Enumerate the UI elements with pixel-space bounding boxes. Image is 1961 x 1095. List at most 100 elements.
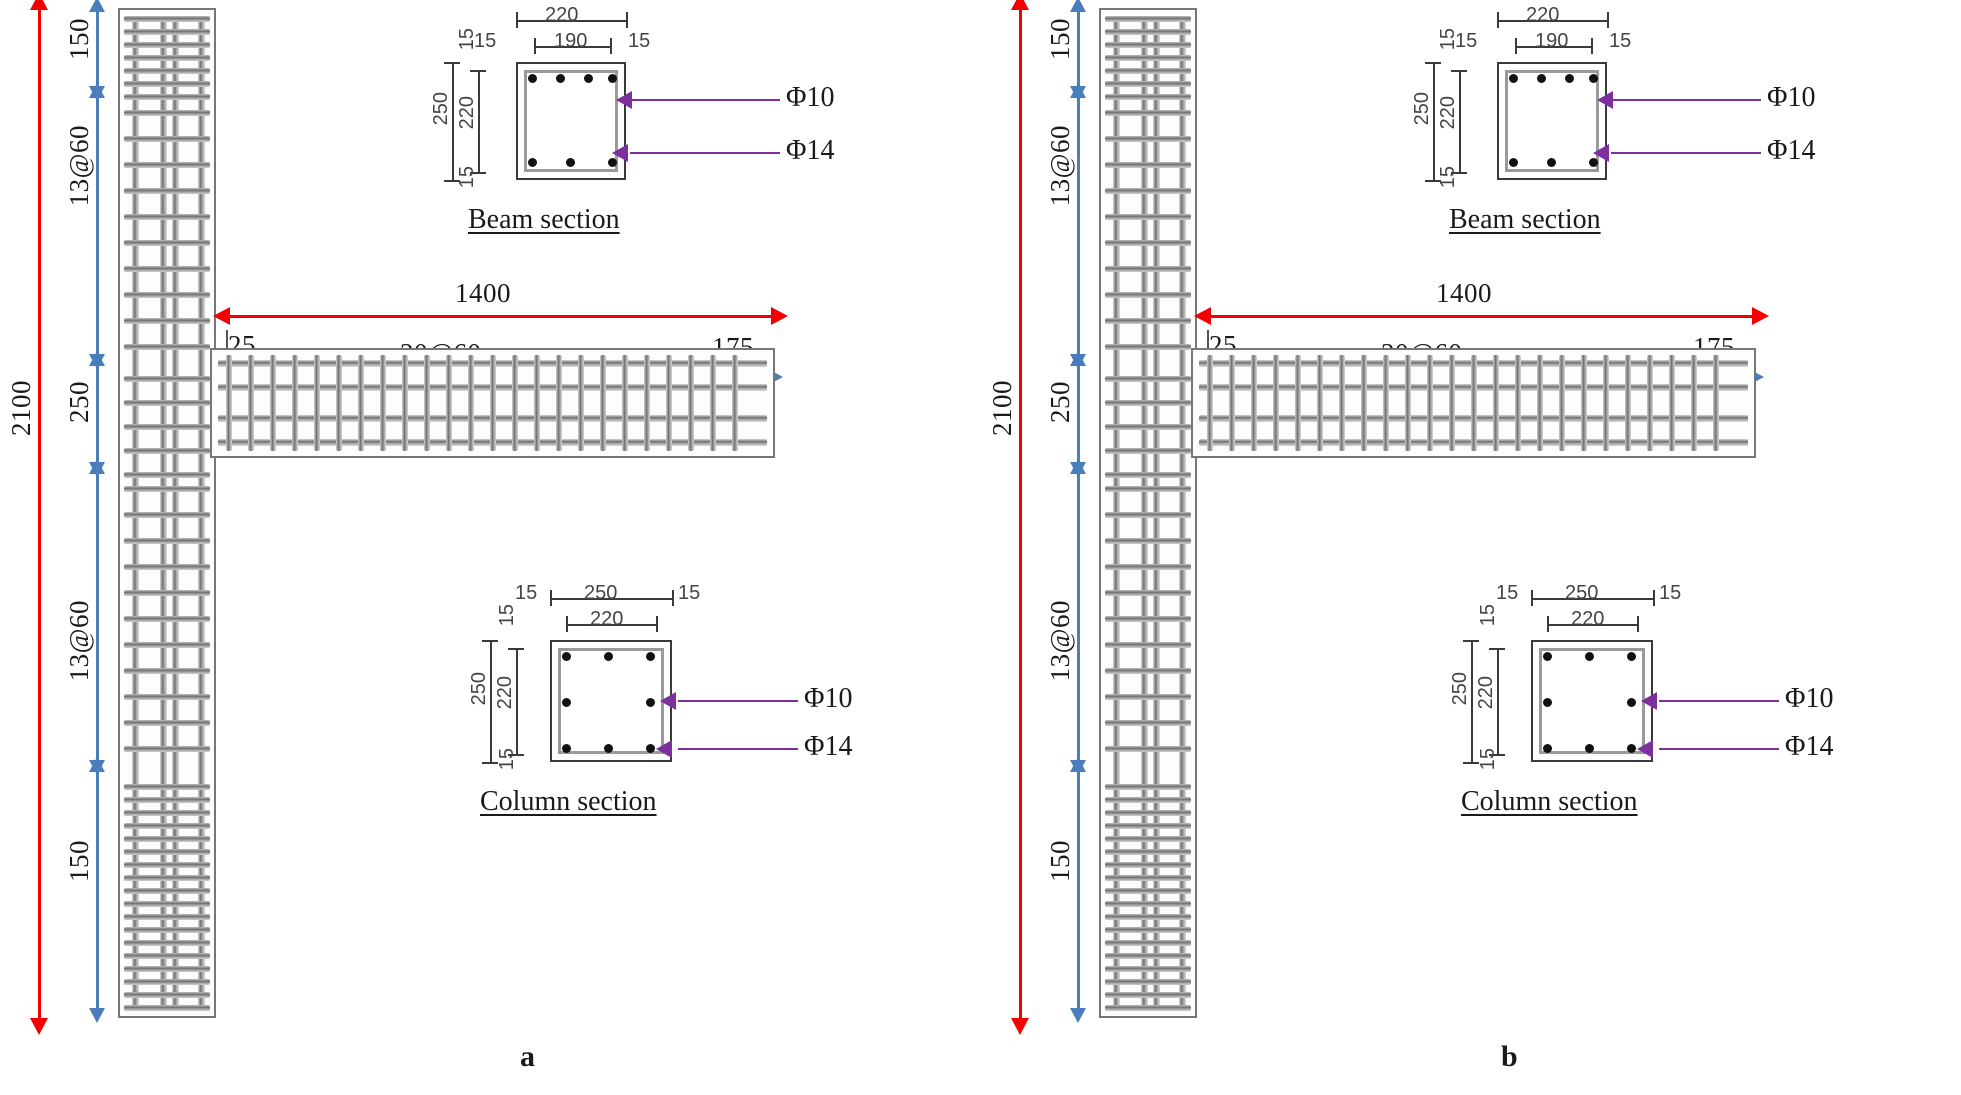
beam-sec-height-inner-b: 220 (1437, 96, 1459, 130)
column-seg-label-b-4: 150 (1045, 840, 1075, 882)
col-sec-height-outer-a: 250 (468, 672, 490, 706)
stirrup (124, 472, 210, 478)
stirrup (1105, 424, 1191, 430)
stirrup (124, 888, 210, 894)
stirrup (1105, 55, 1191, 61)
col-sec-cover-top-b: 15 (1477, 604, 1499, 627)
stirrup (1317, 355, 1323, 451)
phi14-callout-arrow-b (1593, 144, 1609, 162)
beam-sec-cover-right-b: 15 (1609, 30, 1632, 52)
stirrup (490, 355, 496, 451)
beam-sec-height-outer-b: 250 (1411, 92, 1433, 126)
stirrup (124, 784, 210, 790)
stirrup (124, 448, 210, 454)
stirrup (1273, 355, 1279, 451)
stirrup (1105, 486, 1191, 492)
beam-sec-cover-right-a: 15 (628, 30, 651, 52)
col-sec-cover-left-a: 15 (515, 582, 538, 604)
stirrup (124, 344, 210, 350)
stirrup (644, 355, 650, 451)
stirrup (710, 355, 716, 451)
col-phi10-callout-arrow-b (1641, 692, 1657, 710)
stirrup (1105, 668, 1191, 674)
stirrup (124, 110, 210, 116)
stirrup (1105, 42, 1191, 48)
specimen-panel-b: 2100 150 13@60 250 13@60 150 1400 25 175… (981, 0, 1961, 1095)
col-sec-width-outer-b: 250 (1565, 582, 1599, 604)
stirrup (124, 914, 210, 920)
specimen-panel-a: 2100 150 13@60 250 13@60 150 1400 25 175… (0, 0, 980, 1095)
beam-phi10-label-b: Φ10 (1767, 82, 1816, 113)
stirrup (1471, 355, 1477, 451)
stirrup (124, 810, 210, 816)
stirrup (124, 240, 210, 246)
stirrup (1105, 448, 1191, 454)
stirrup (1105, 240, 1191, 246)
stirrup (512, 355, 518, 451)
stirrup (1427, 355, 1433, 451)
panel-caption-b: b (1501, 1040, 1518, 1073)
stirrup (124, 590, 210, 596)
beam-sec-cover-bottom-a: 15 (456, 166, 478, 189)
phi14-callout-arrow-a (612, 144, 628, 162)
stirrup (1105, 616, 1191, 622)
stirrup (1105, 901, 1191, 907)
column-seg-label-b-1: 13@60 (1045, 125, 1075, 207)
stirrup (124, 746, 210, 752)
col-sec-cover-left-b: 15 (1496, 582, 1519, 604)
col-sec-width-inner-b: 220 (1571, 608, 1605, 630)
stirrup (1105, 940, 1191, 946)
column-total-label-b: 2100 (987, 380, 1017, 436)
stirrup (1105, 94, 1191, 100)
column-rebar-cage-b (1099, 8, 1197, 1018)
stirrup (124, 94, 210, 100)
stirrup (124, 694, 210, 700)
stirrup (270, 355, 276, 451)
col-sec-height-outer-b: 250 (1449, 672, 1471, 706)
col-sec-cover-bottom-a: 15 (496, 748, 518, 771)
stirrup (124, 486, 210, 492)
stirrup (124, 836, 210, 842)
stirrup (1105, 110, 1191, 116)
phi10-callout-arrow-b (1597, 91, 1613, 109)
stirrup (1105, 720, 1191, 726)
stirrup (124, 720, 210, 726)
stirrup (1105, 81, 1191, 87)
stirrup (124, 927, 210, 933)
stirrup (1229, 355, 1235, 451)
stirrup (124, 862, 210, 868)
stirrup (1105, 966, 1191, 972)
stirrup (1105, 344, 1191, 350)
stirrup (622, 355, 628, 451)
stirrup (124, 16, 210, 22)
beam-sec-cover-bottom-b: 15 (1437, 166, 1459, 189)
beam-phi14-label-a: Φ14 (786, 135, 835, 166)
stirrup (1105, 162, 1191, 168)
col-sec-height-inner-b: 220 (1475, 676, 1497, 710)
stirrup (1105, 376, 1191, 382)
stirrup (124, 875, 210, 881)
column-seg-label-a-4: 150 (64, 840, 94, 882)
column-seg-label-a-3: 13@60 (64, 600, 94, 682)
stirrup (1691, 355, 1697, 451)
beam-sec-width-outer-a: 220 (545, 4, 579, 26)
stirrup (1339, 355, 1345, 451)
stirrup (1581, 355, 1587, 451)
stirrup (1105, 318, 1191, 324)
stirrup (424, 355, 430, 451)
col-phi10-callout-arrow-a (660, 692, 676, 710)
stirrup (124, 55, 210, 61)
stirrup (1105, 29, 1191, 35)
stirrup (124, 1005, 210, 1011)
stirrup (1105, 68, 1191, 74)
col-sec-cover-right-b: 15 (1659, 582, 1682, 604)
stirrup (1105, 472, 1191, 478)
stirrup (380, 355, 386, 451)
col-sec-width-inner-a: 220 (590, 608, 624, 630)
stirrup (124, 564, 210, 570)
stirrup (124, 81, 210, 87)
beam-sec-width-outer-b: 220 (1526, 4, 1560, 26)
stirrup (1105, 953, 1191, 959)
stirrup (1105, 746, 1191, 752)
col-sec-width-outer-a: 250 (584, 582, 618, 604)
